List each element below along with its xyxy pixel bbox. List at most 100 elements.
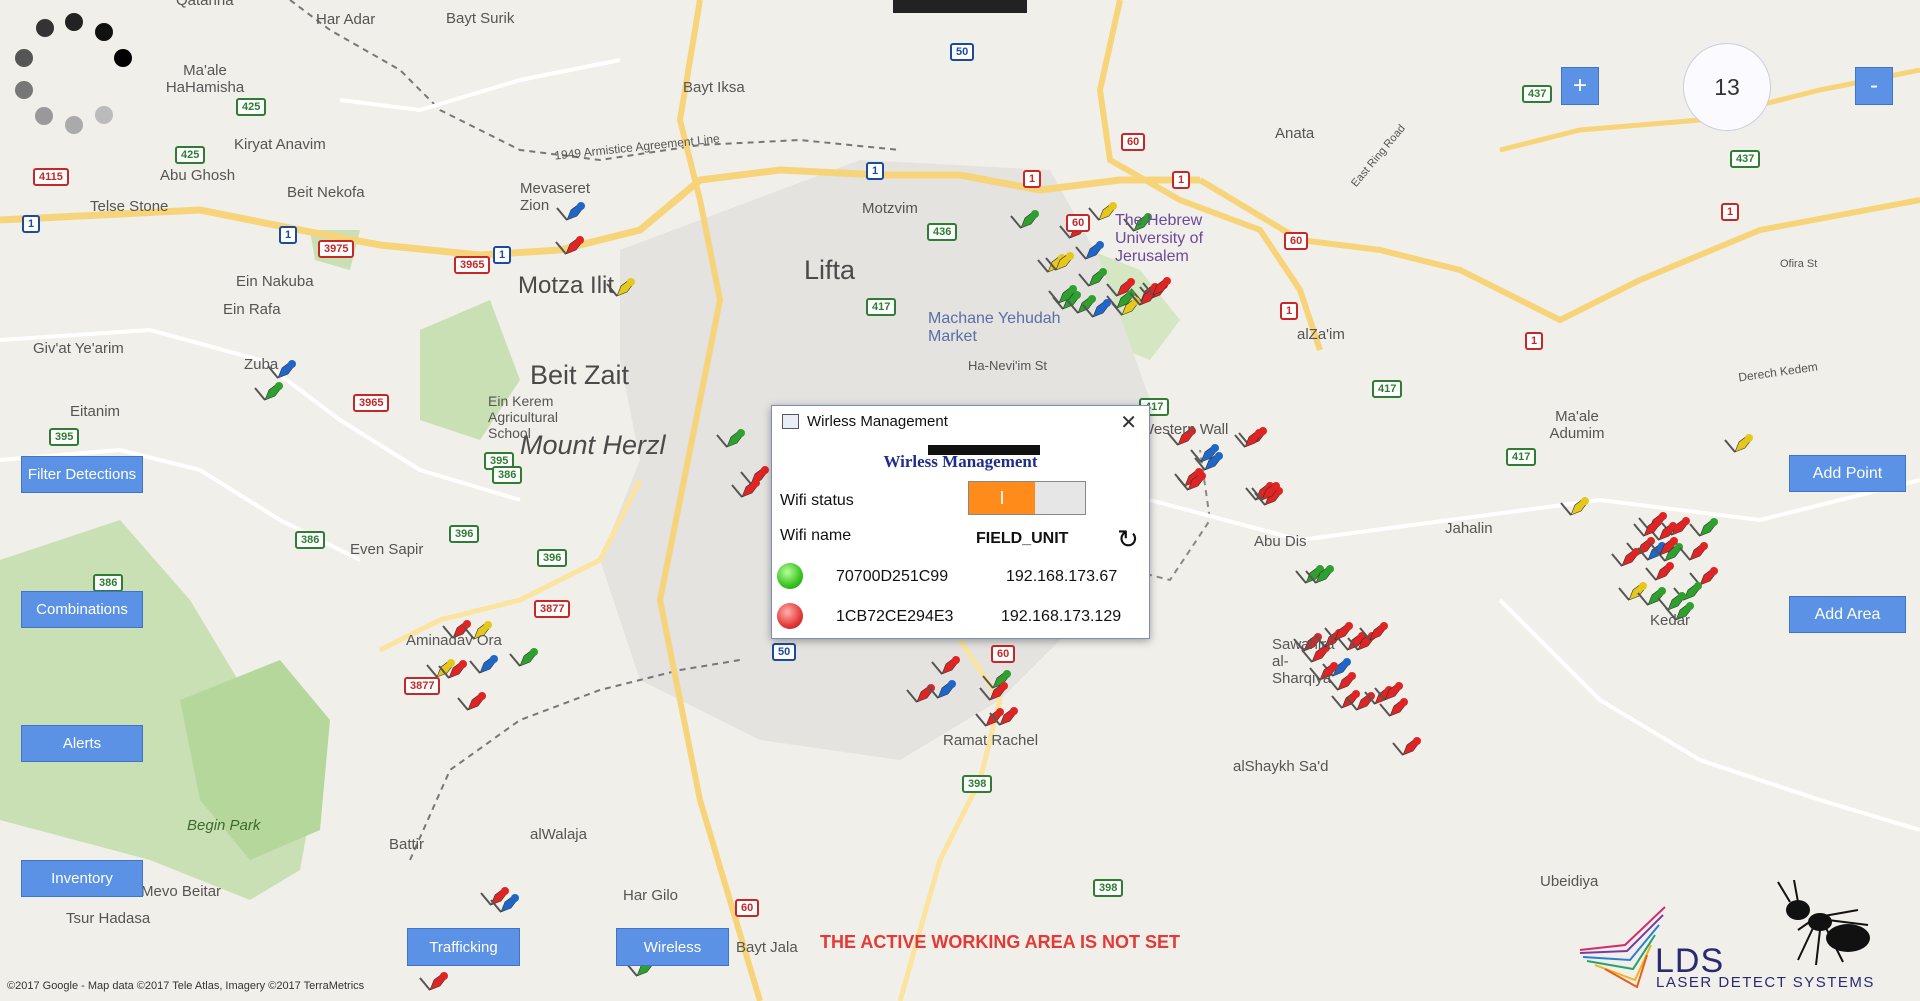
road-shield: 1 — [1525, 332, 1544, 350]
armistice-line — [289, 0, 901, 162]
place-label: Motza Ilit — [518, 272, 615, 299]
place-label: Mevo Beitar — [141, 883, 222, 900]
wireless-management-dialog[interactable]: Wirless Management ✕ Wirless Management … — [771, 405, 1150, 639]
pushpin-icon[interactable] — [254, 382, 283, 401]
place-label: Telse Stone — [90, 198, 169, 215]
place-label: Ein Rafa — [223, 301, 281, 318]
place-label: Begin Park — [187, 817, 261, 834]
add-point-button[interactable]: Add Point — [1789, 455, 1906, 492]
road — [339, 58, 621, 113]
place-label: Ma'ale HaHamisha — [165, 62, 245, 96]
inventory-button[interactable]: Inventory — [21, 860, 143, 897]
place-label: Western Wall — [1140, 421, 1229, 438]
device-ip: 192.168.173.129 — [1001, 608, 1122, 625]
road-shield: 386 — [295, 531, 326, 549]
road-shield: 398 — [962, 775, 993, 793]
pushpin-icon[interactable] — [1724, 434, 1753, 453]
trafficking-button[interactable]: Trafficking — [407, 928, 520, 966]
place-label: Bayt Surik — [446, 10, 515, 27]
road-shield: 50 — [950, 43, 975, 61]
window-app-icon — [782, 413, 799, 429]
add-area-button[interactable]: Add Area — [1789, 596, 1906, 633]
dialog-title: Wirless Management — [807, 412, 948, 430]
wifi-status-toggle[interactable]: I — [968, 481, 1086, 515]
pushpin-icon[interactable] — [1611, 548, 1640, 567]
refresh-icon[interactable]: ↻ — [1117, 524, 1139, 555]
ant-logo-icon — [1777, 880, 1870, 966]
place-label: Battir — [389, 836, 425, 853]
place-label: Motzvim — [862, 200, 918, 217]
road-shield: 396 — [449, 525, 480, 543]
filter-detections-button[interactable]: Filter Detections — [21, 456, 143, 493]
road-shield: 3965 — [454, 256, 491, 274]
pushpin-icon[interactable] — [457, 692, 486, 711]
dialog-titlebar[interactable]: Wirless Management ✕ — [772, 406, 1149, 436]
place-label: Ubeidiya — [1540, 873, 1599, 890]
loading-spinner-icon — [15, 13, 132, 134]
place-label: Ofira St — [1780, 258, 1818, 270]
pushpin-icon[interactable] — [1633, 518, 1662, 537]
wireless-button[interactable]: Wireless — [616, 928, 729, 966]
combinations-button[interactable]: Combinations — [21, 591, 143, 628]
alerts-button[interactable]: Alerts — [21, 725, 143, 762]
device-id: 70700D251C99 — [836, 568, 949, 585]
place-label: Har Adar — [316, 11, 376, 28]
road-shield: 417 — [1506, 448, 1537, 466]
road-shield: 3975 — [318, 240, 355, 258]
pushpin-icon[interactable] — [509, 648, 538, 667]
road-shield: 60 — [1066, 214, 1091, 232]
road-shield: 1 — [1023, 170, 1042, 188]
road-shield: 1 — [493, 246, 512, 264]
device-status-green-icon — [777, 563, 803, 589]
place-label: Abu Dis — [1254, 533, 1307, 550]
pushpin-icon[interactable] — [1679, 542, 1708, 561]
place-label: Ein Kerem Agricultural School — [488, 393, 559, 441]
place-label: Bayt Iksa — [683, 79, 745, 96]
top-handle-bar[interactable] — [893, 0, 1027, 13]
device-ip: 192.168.173.67 — [1006, 568, 1118, 585]
pushpin-icon[interactable] — [1379, 698, 1408, 717]
road-shield: 60 — [1284, 232, 1309, 250]
road-shield: 3877 — [404, 677, 441, 695]
road-shield: 3877 — [534, 600, 571, 618]
road-shield: 4115 — [33, 168, 69, 186]
place-label: Ma'ale Adumim — [1549, 408, 1605, 442]
pushpin-icon[interactable] — [1689, 518, 1718, 537]
pushpin-icon[interactable] — [1331, 690, 1360, 709]
road-shield: 437 — [1522, 85, 1553, 103]
close-icon[interactable]: ✕ — [1120, 410, 1137, 435]
place-label: Kiryat Anavim — [234, 136, 326, 153]
zoom-out-button[interactable]: - — [1855, 67, 1893, 105]
zoom-level-indicator: 13 — [1683, 43, 1771, 131]
wifi-status-label: Wifi status — [780, 492, 854, 509]
pushpin-icon[interactable] — [419, 972, 448, 991]
road-shield: 60 — [991, 645, 1016, 663]
place-label: Even Sapir — [350, 541, 424, 558]
pushpin-icon[interactable] — [1392, 737, 1421, 756]
pushpin-icon[interactable] — [1234, 429, 1263, 448]
road-shield: 1 — [22, 215, 41, 233]
zoom-in-button[interactable]: + — [1561, 67, 1599, 105]
road-shield: 386 — [93, 574, 124, 592]
place-label: Anata — [1275, 125, 1315, 142]
place-label: Beit Nekofa — [287, 184, 365, 201]
road-shield: 60 — [1121, 133, 1146, 151]
road-shield: 1 — [279, 226, 298, 244]
road-shield: 396 — [537, 549, 568, 567]
pushpin-icon[interactable] — [1088, 202, 1117, 221]
road-shield: 437 — [1730, 150, 1761, 168]
pushpin-icon[interactable] — [469, 655, 498, 674]
place-label: Abu Ghosh — [160, 167, 236, 184]
road — [378, 478, 643, 653]
road-shield: 417 — [866, 298, 897, 316]
place-label: Jahalin — [1445, 520, 1493, 537]
place-label: Giv'at Ye'arim — [33, 340, 124, 357]
place-label: The Hebrew University of Jerusalem — [1115, 212, 1204, 265]
dialog-heading: Wirless Management — [883, 452, 1038, 471]
place-label: Tsur Hadasa — [66, 910, 151, 927]
pushpin-icon[interactable] — [1645, 562, 1674, 581]
place-label: Bayt Jala — [736, 939, 798, 956]
pushpin-icon[interactable] — [1689, 567, 1718, 586]
place-label: Beit Zait — [530, 360, 630, 390]
road-shield: 395 — [49, 428, 80, 446]
